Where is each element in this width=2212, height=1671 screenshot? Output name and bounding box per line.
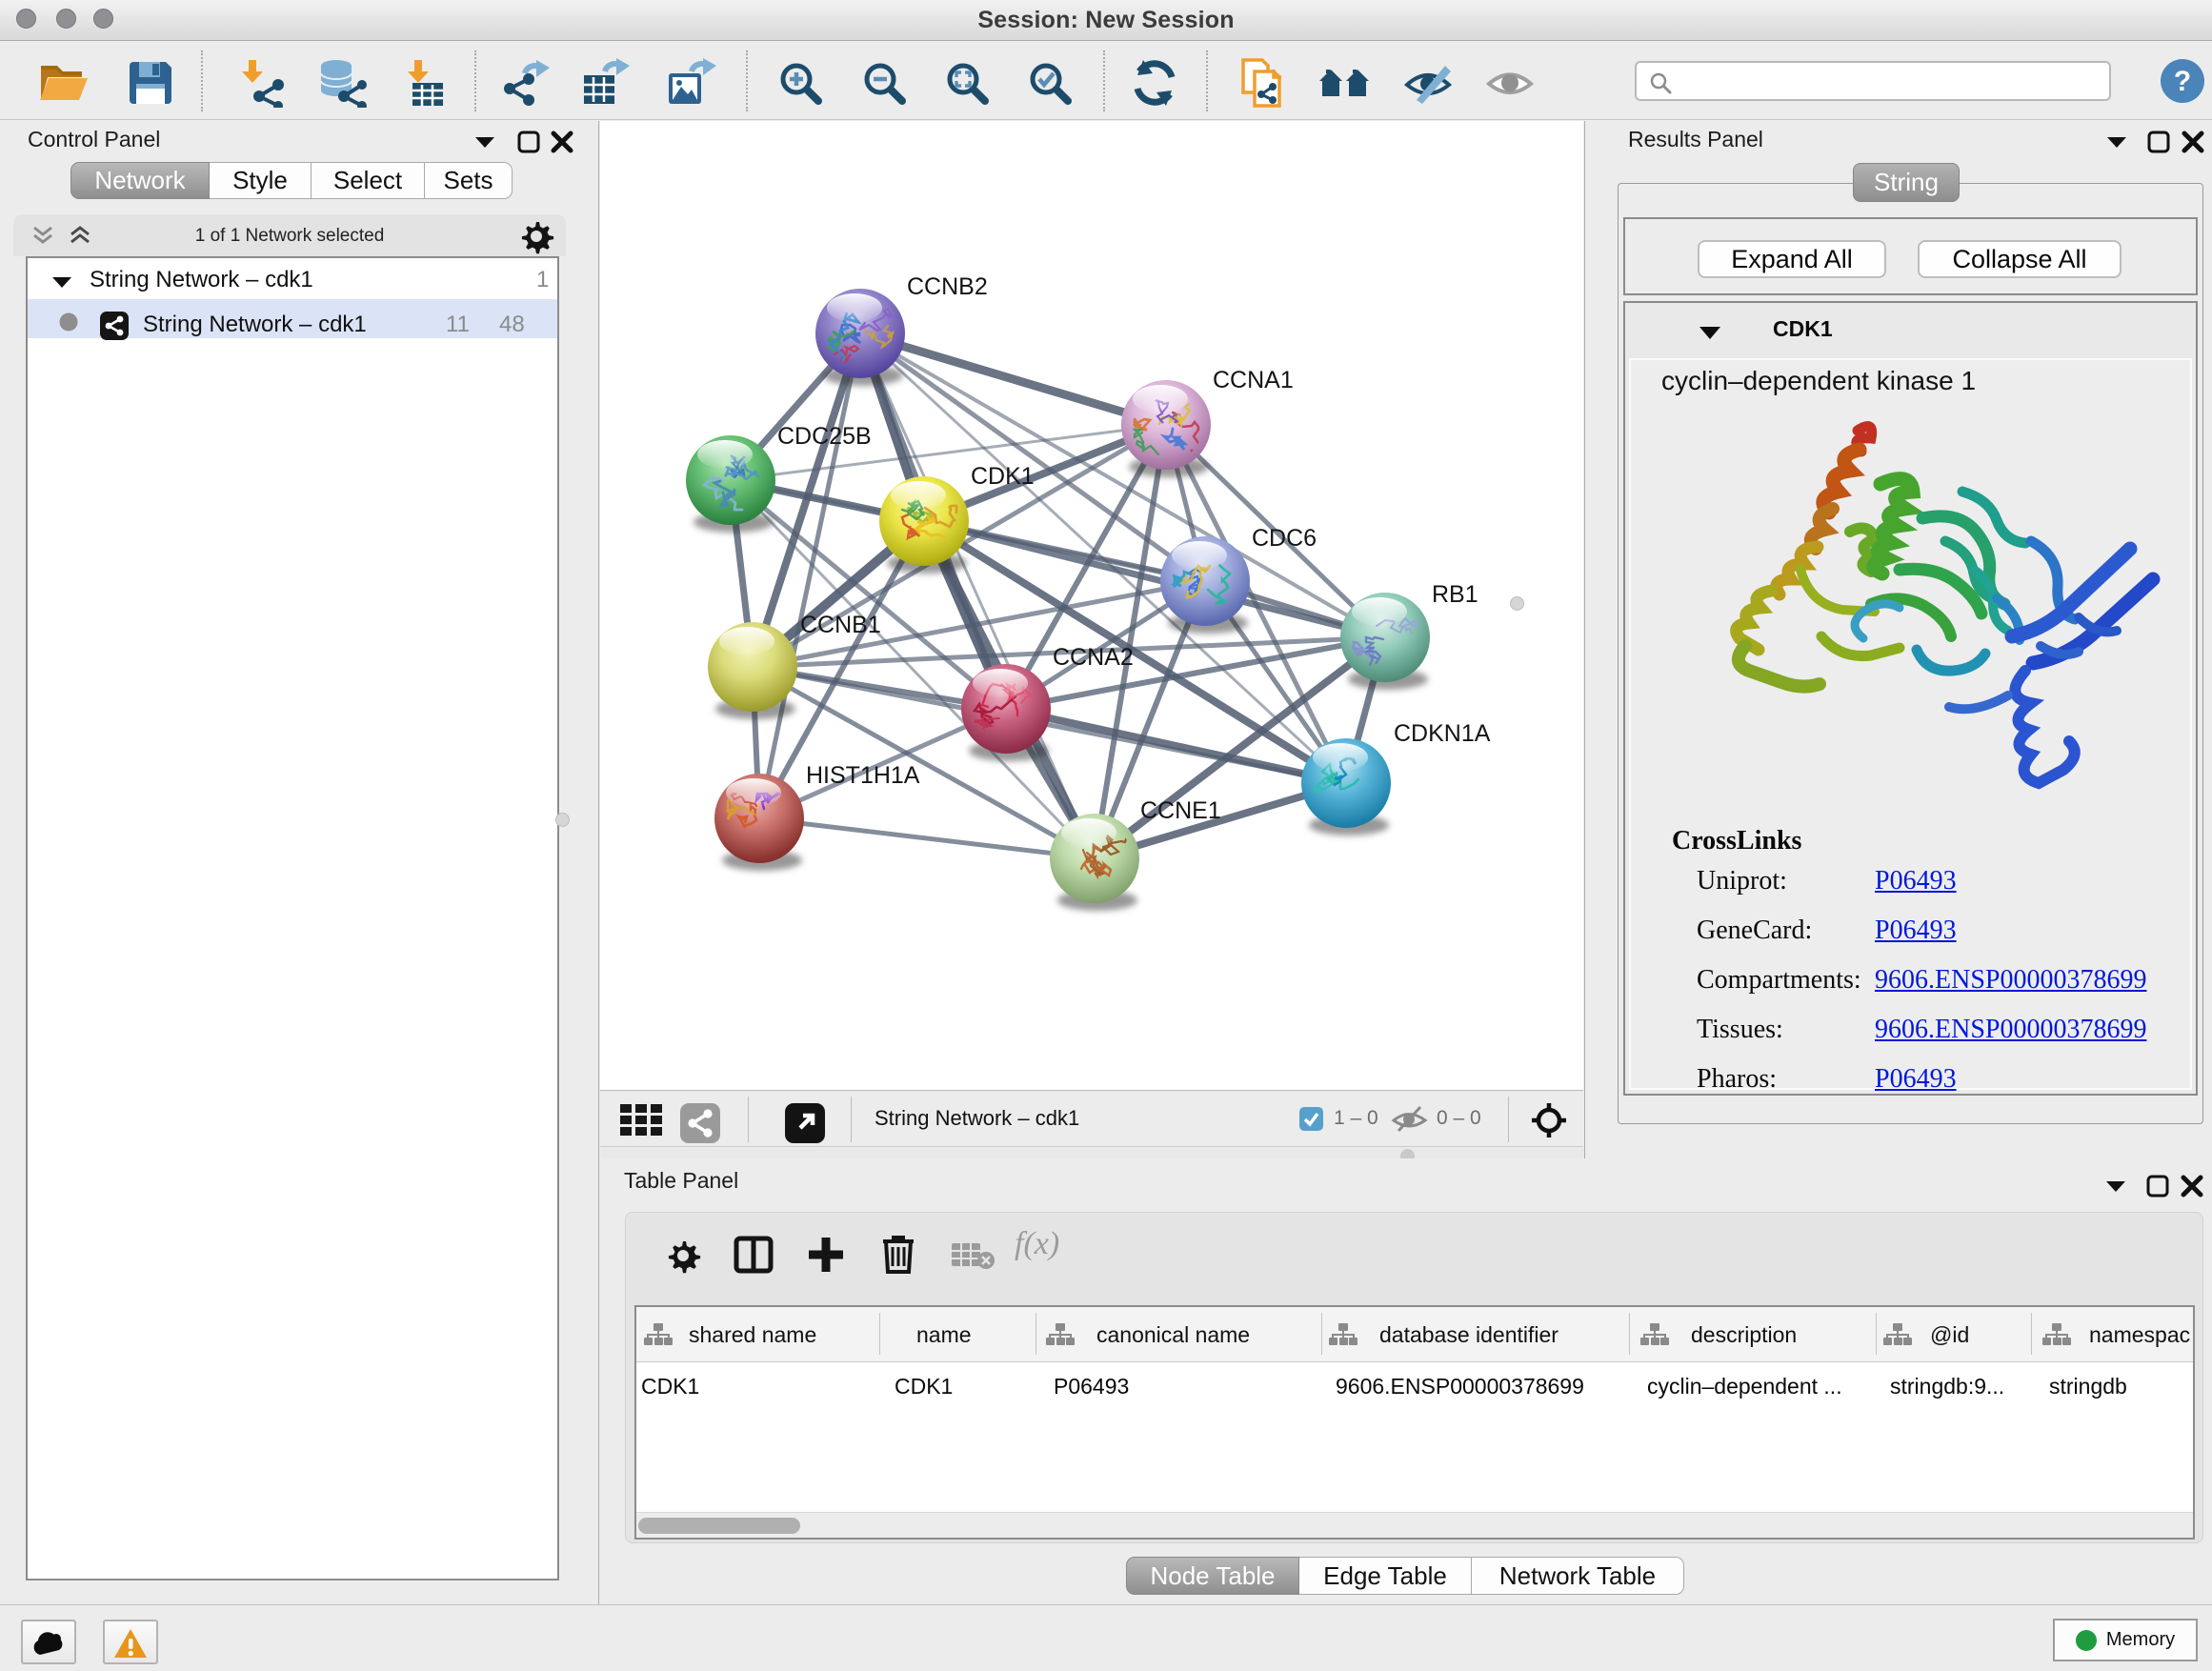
svg-text:CCNA1: CCNA1 (1213, 367, 1294, 393)
svg-text:CCNE1: CCNE1 (1140, 797, 1221, 824)
svg-text:CDC6: CDC6 (1252, 525, 1317, 552)
svg-text:HIST1H1A: HIST1H1A (806, 762, 920, 789)
svg-text:CCNA2: CCNA2 (1053, 644, 1134, 671)
svg-text:CDC25B: CDC25B (777, 423, 872, 450)
svg-text:CCNB1: CCNB1 (800, 612, 881, 638)
svg-text:RB1: RB1 (1432, 581, 1478, 608)
svg-text:CCNB2: CCNB2 (907, 273, 988, 300)
svg-text:CDK1: CDK1 (971, 463, 1035, 490)
svg-text:CDKN1A: CDKN1A (1394, 720, 1491, 747)
svg-text:?: ? (2174, 66, 2191, 97)
